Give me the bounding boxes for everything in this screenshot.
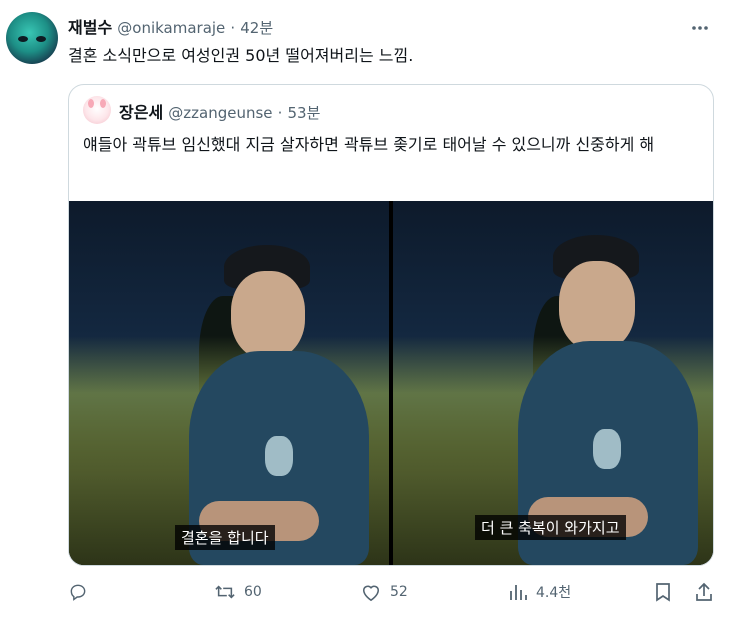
separator: ·: [230, 19, 236, 37]
more-icon[interactable]: [690, 18, 710, 43]
author-avatar[interactable]: [6, 12, 58, 64]
media-caption-1: 결혼을 합니다: [175, 525, 275, 550]
author-handle[interactable]: @onikamaraje: [117, 19, 225, 37]
bookmark-button[interactable]: [654, 582, 672, 602]
quote-author-name[interactable]: 장은세: [119, 103, 163, 122]
quote-time[interactable]: 53분: [288, 104, 321, 122]
quote-author-avatar[interactable]: [83, 96, 111, 124]
quote-author-handle[interactable]: @zzangeunse: [168, 104, 272, 122]
quote-separator: ·: [277, 104, 283, 122]
share-icon: [694, 582, 714, 602]
reply-button[interactable]: [68, 582, 96, 602]
quoted-tweet[interactable]: 장은세 @zzangeunse · 53분 얘들아 곽튜브 임신했대 지금 살자…: [68, 84, 714, 566]
bookmark-icon: [654, 582, 672, 602]
quote-media[interactable]: 결혼을 합니다 더 큰 축복이 와가지고: [69, 201, 713, 565]
retweet-icon: [214, 582, 236, 602]
retweet-count: 60: [244, 584, 262, 600]
tweet-text: 결혼 소식만으로 여성인권 50년 떨어져버리는 느낌.: [68, 46, 414, 65]
media-image-2[interactable]: 더 큰 축복이 와가지고: [393, 201, 713, 565]
views-button[interactable]: 4.4천: [508, 582, 571, 602]
author-name[interactable]: 재벌수: [68, 18, 112, 37]
share-button[interactable]: [694, 582, 714, 602]
media-image-1[interactable]: 결혼을 합니다: [69, 201, 389, 565]
media-caption-2: 더 큰 축복이 와가지고: [475, 515, 626, 540]
retweet-button[interactable]: 60: [214, 582, 262, 602]
quote-text: 얘들아 곽튜브 임신했대 지금 살자하면 곽튜브 좆기로 태어날 수 있으니까 …: [83, 135, 655, 154]
tweet-actions: 60 52 4.4천: [68, 582, 718, 606]
view-count: 4.4천: [536, 585, 572, 601]
like-button[interactable]: 52: [360, 582, 408, 602]
heart-icon: [360, 582, 382, 602]
tweet-header: 재벌수 @onikamaraje · 42분: [68, 14, 273, 38]
views-icon: [508, 582, 528, 602]
like-count: 52: [390, 584, 408, 600]
quote-header: 장은세 @zzangeunse · 53분: [119, 99, 320, 123]
tweet-time[interactable]: 42분: [240, 19, 273, 37]
reply-icon: [68, 582, 88, 602]
